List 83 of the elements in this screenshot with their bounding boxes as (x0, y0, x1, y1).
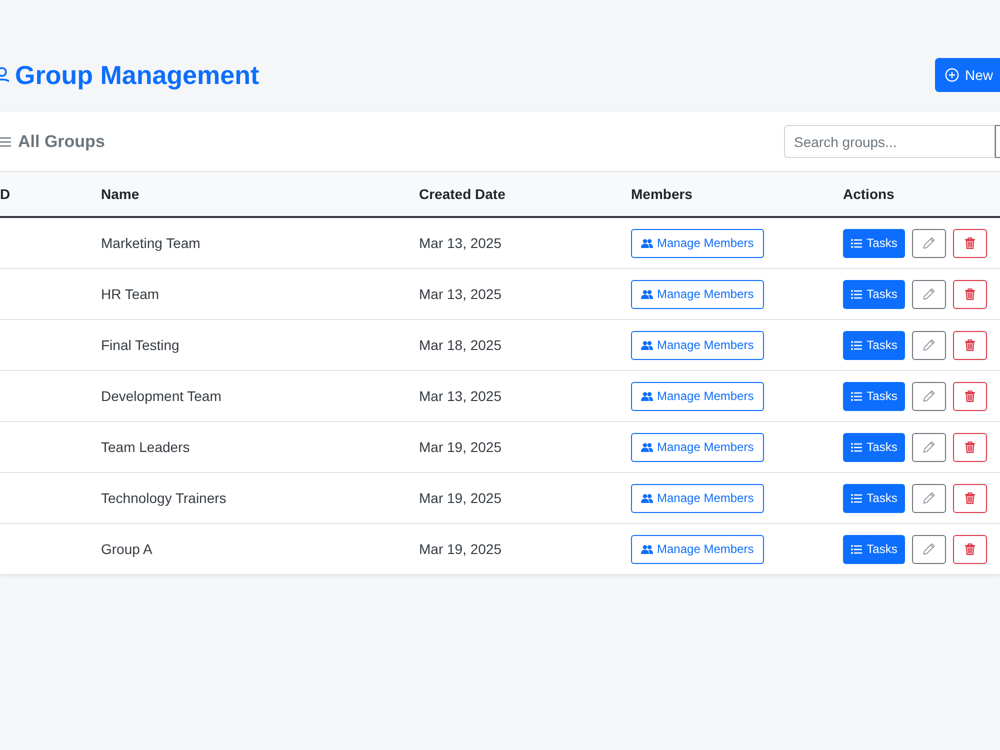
pencil-icon (923, 543, 935, 555)
people-icon (641, 290, 653, 298)
group-name: Team Leaders (101, 439, 190, 455)
delete-button[interactable] (953, 228, 987, 258)
created-date: Mar 13, 2025 (419, 286, 502, 302)
people-icon (641, 494, 653, 502)
manage-members-button[interactable]: Manage Members (631, 432, 764, 462)
manage-members-button[interactable]: Manage Members (631, 280, 764, 308)
trash-icon (964, 441, 976, 453)
trash-icon (964, 543, 976, 555)
edit-button[interactable] (912, 432, 946, 462)
edit-button[interactable] (912, 484, 946, 512)
group-name: Development Team (101, 388, 222, 404)
list-icon (850, 290, 862, 298)
search-button[interactable] (995, 125, 1000, 158)
pencil-icon (923, 492, 935, 504)
tasks-button[interactable]: Tasks (843, 280, 905, 308)
pencil-icon (923, 390, 935, 402)
list-icon (850, 494, 862, 502)
column-header: Created Date (419, 186, 506, 202)
tasks-button[interactable]: Tasks (843, 534, 905, 564)
delete-button[interactable] (953, 484, 987, 512)
edit-button[interactable] (912, 228, 946, 258)
tasks-button[interactable]: Tasks (843, 382, 905, 410)
plus-circle-icon (945, 68, 959, 82)
pencil-icon (923, 288, 935, 300)
list-icon (850, 544, 862, 554)
menu-icon (0, 136, 11, 146)
people-icon (641, 544, 653, 554)
people-icon (641, 442, 653, 452)
manage-members-button[interactable]: Manage Members (631, 330, 764, 360)
edit-button[interactable] (912, 280, 946, 308)
column-header: Actions (843, 186, 894, 202)
tasks-button[interactable]: Tasks (843, 228, 905, 258)
created-date: Mar 13, 2025 (419, 235, 502, 251)
people-icon (641, 392, 653, 400)
search-field[interactable]: Search groups... (784, 125, 995, 158)
tasks-button[interactable]: Tasks (843, 484, 905, 512)
manage-members-button[interactable]: Manage Members (631, 228, 764, 258)
created-date: Mar 19, 2025 (419, 439, 502, 455)
group-name: Final Testing (101, 337, 180, 353)
pencil-icon (923, 237, 935, 249)
trash-icon (964, 492, 976, 504)
edit-button[interactable] (912, 534, 946, 564)
delete-button[interactable] (953, 382, 987, 410)
column-header: D (0, 186, 10, 202)
pencil-icon (923, 441, 935, 453)
group-name: HR Team (101, 286, 160, 302)
group-name: Technology Trainers (101, 490, 226, 506)
person-icon (0, 66, 9, 84)
list-icon (850, 340, 862, 350)
delete-button[interactable] (953, 534, 987, 564)
column-header: Members (631, 186, 692, 202)
trash-icon (964, 237, 976, 249)
list-icon (850, 238, 862, 248)
tasks-button[interactable]: Tasks (843, 432, 905, 462)
list-icon (850, 442, 862, 452)
delete-button[interactable] (953, 432, 987, 462)
column-header: Name (101, 186, 140, 202)
list-icon (850, 392, 862, 400)
new-group-button[interactable]: New (935, 58, 1000, 92)
manage-members-button[interactable]: Manage Members (631, 534, 764, 564)
group-name: Marketing Team (101, 235, 200, 251)
card-title: All Groups (18, 132, 105, 152)
people-icon (641, 340, 653, 350)
trash-icon (964, 288, 976, 300)
delete-button[interactable] (953, 280, 987, 308)
group-name: Group A (101, 541, 152, 557)
pencil-icon (923, 339, 935, 351)
manage-members-button[interactable]: Manage Members (631, 484, 764, 512)
delete-button[interactable] (953, 330, 987, 360)
edit-button[interactable] (912, 382, 946, 410)
created-date: Mar 19, 2025 (419, 541, 502, 557)
trash-icon (964, 339, 976, 351)
people-icon (641, 238, 653, 248)
manage-members-button[interactable]: Manage Members (631, 382, 764, 410)
trash-icon (964, 390, 976, 402)
page-title: Group Management (15, 59, 260, 91)
created-date: Mar 18, 2025 (419, 337, 502, 353)
edit-button[interactable] (912, 330, 946, 360)
tasks-button[interactable]: Tasks (843, 330, 905, 360)
created-date: Mar 13, 2025 (419, 388, 502, 404)
created-date: Mar 19, 2025 (419, 490, 502, 506)
